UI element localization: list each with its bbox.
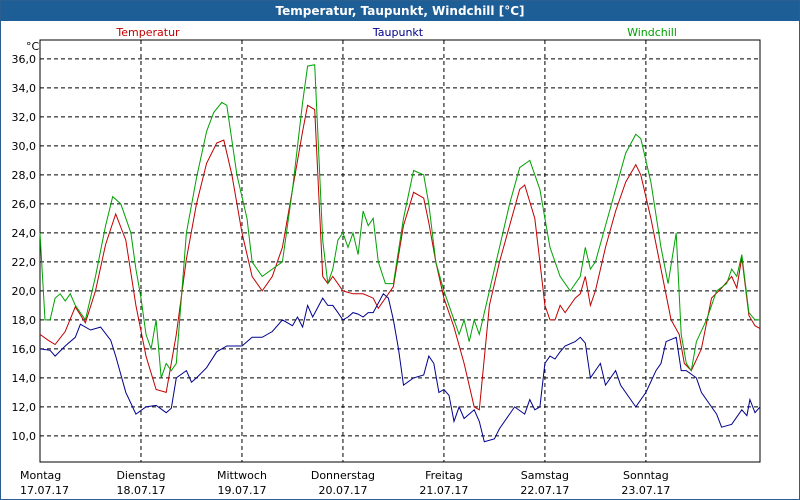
y-tick-label: 10,0 bbox=[12, 430, 37, 443]
y-axis-ticks: 10,0 12,0 14,0 16,0 18,0 20,0 22,0 24,0 26,0 28,0… bbox=[12, 53, 37, 443]
legend-temperatur: Temperatur bbox=[115, 26, 180, 39]
y-tick-label: 24,0 bbox=[12, 227, 37, 240]
y-tick-label: 14,0 bbox=[12, 372, 37, 385]
x-tick-day: Mittwoch bbox=[217, 469, 267, 482]
x-tick-date: 19.07.17 bbox=[217, 484, 266, 497]
y-tick-label: 22,0 bbox=[12, 256, 37, 269]
x-tick-date: 18.07.17 bbox=[116, 484, 165, 497]
legend-windchill: Windchill bbox=[627, 26, 677, 39]
x-tick-date: 21.07.17 bbox=[419, 484, 468, 497]
x-tick-date: 22.07.17 bbox=[520, 484, 569, 497]
y-tick-label: 16,0 bbox=[12, 343, 37, 356]
x-tick-date: 23.07.17 bbox=[621, 484, 670, 497]
x-tick-day: Montag bbox=[20, 469, 61, 482]
x-tick-date: 17.07.17 bbox=[20, 484, 69, 497]
x-tick-date: 20.07.17 bbox=[318, 484, 367, 497]
x-tick-day: Donnerstag bbox=[311, 469, 375, 482]
y-tick-label: 28,0 bbox=[12, 169, 37, 182]
x-tick-day: Sonntag bbox=[623, 469, 669, 482]
y-tick-label: 34,0 bbox=[12, 82, 37, 95]
y-tick-label: 36,0 bbox=[12, 53, 37, 66]
legend-taupunkt: Taupunkt bbox=[372, 26, 424, 39]
x-tick-day: Dienstag bbox=[116, 469, 165, 482]
y-tick-label: 30,0 bbox=[12, 140, 37, 153]
y-tick-label: 12,0 bbox=[12, 401, 37, 414]
y-tick-label: 20,0 bbox=[12, 285, 37, 298]
x-tick-day: Freitag bbox=[425, 469, 463, 482]
x-axis-ticks: Montag 17.07.17 Dienstag 18.07.17 Mittwoch 19… bbox=[20, 469, 670, 497]
y-tick-label: 26,0 bbox=[12, 198, 37, 211]
line-chart: 10,0 12,0 14,0 16,0 18,0 20,0 22,0 24,0 26,0 28,0… bbox=[12, 26, 761, 497]
y-tick-label: 18,0 bbox=[12, 314, 37, 327]
y-axis-unit-label: °C bbox=[26, 40, 40, 53]
plot-area bbox=[39, 39, 761, 463]
y-tick-label: 32,0 bbox=[12, 111, 37, 124]
x-tick-day: Samstag bbox=[521, 469, 569, 482]
